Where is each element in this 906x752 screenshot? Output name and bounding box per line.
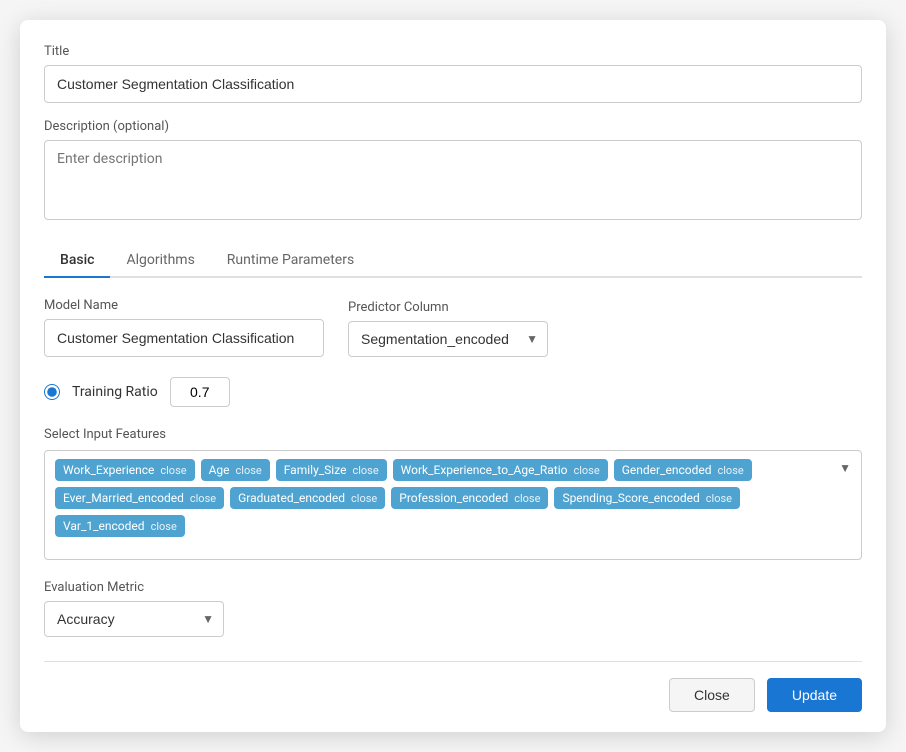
tag-close-icon[interactable]: close <box>151 520 177 533</box>
tag-label: Family_Size <box>284 463 347 477</box>
tab-basic[interactable]: Basic <box>44 244 110 278</box>
eval-label: Evaluation Metric <box>44 580 862 595</box>
features-label: Select Input Features <box>44 427 862 442</box>
training-ratio-radio[interactable] <box>44 384 60 400</box>
tag-close-icon[interactable]: close <box>160 464 186 477</box>
features-chevron-icon: ▼ <box>839 461 851 475</box>
tag-label: Profession_encoded <box>399 491 508 505</box>
training-ratio-row: Training Ratio <box>44 377 862 407</box>
predictor-select[interactable]: Segmentation_encoded <box>348 321 548 357</box>
tab-bar: Basic Algorithms Runtime Parameters <box>44 244 862 278</box>
tag-close-icon[interactable]: close <box>236 464 262 477</box>
close-button[interactable]: Close <box>669 678 755 712</box>
tag-label: Age <box>209 463 230 477</box>
tag-gender-encoded: Gender_encoded close <box>614 459 752 481</box>
predictor-label: Predictor Column <box>348 300 548 315</box>
tag-work-experience: Work_Experience close <box>55 459 195 481</box>
predictor-field: Predictor Column Segmentation_encoded ▼ <box>348 300 548 357</box>
tag-work-age-ratio: Work_Experience_to_Age_Ratio close <box>393 459 608 481</box>
features-section: Select Input Features ▼ Work_Experience … <box>44 427 862 560</box>
tag-label: Ever_Married_encoded <box>63 491 184 505</box>
title-input[interactable] <box>44 65 862 103</box>
model-name-label: Model Name <box>44 298 324 313</box>
model-name-field: Model Name <box>44 298 324 357</box>
model-name-input[interactable] <box>44 319 324 357</box>
description-label: Description (optional) <box>44 119 862 134</box>
description-input[interactable] <box>44 140 862 220</box>
tag-close-icon[interactable]: close <box>190 492 216 505</box>
tab-algorithms[interactable]: Algorithms <box>110 244 210 278</box>
tag-label: Gender_encoded <box>622 463 712 477</box>
tag-label: Work_Experience_to_Age_Ratio <box>401 463 568 477</box>
features-container[interactable]: ▼ Work_Experience close Age close Family… <box>44 450 862 560</box>
tag-label: Var_1_encoded <box>63 519 145 533</box>
tag-family-size: Family_Size close <box>276 459 387 481</box>
tag-label: Graduated_encoded <box>238 491 345 505</box>
eval-select[interactable]: Accuracy Precision Recall F1 <box>44 601 224 637</box>
training-ratio-input[interactable] <box>170 377 230 407</box>
eval-select-wrapper: Accuracy Precision Recall F1 ▼ <box>44 601 224 637</box>
tab-runtime[interactable]: Runtime Parameters <box>211 244 370 278</box>
model-predictor-row: Model Name Predictor Column Segmentation… <box>44 298 862 357</box>
tag-ever-married: Ever_Married_encoded close <box>55 487 224 509</box>
update-button[interactable]: Update <box>767 678 862 712</box>
tag-close-icon[interactable]: close <box>706 492 732 505</box>
eval-section: Evaluation Metric Accuracy Precision Rec… <box>44 580 862 637</box>
main-dialog: Title Description (optional) Basic Algor… <box>20 20 886 732</box>
tag-close-icon[interactable]: close <box>352 464 378 477</box>
tag-profession-encoded: Profession_encoded close <box>391 487 548 509</box>
training-ratio-label: Training Ratio <box>72 384 158 400</box>
tag-close-icon[interactable]: close <box>351 492 377 505</box>
tag-close-icon[interactable]: close <box>514 492 540 505</box>
tag-close-icon[interactable]: close <box>717 464 743 477</box>
tag-label: Spending_Score_encoded <box>562 491 699 505</box>
title-label: Title <box>44 44 862 59</box>
dialog-footer: Close Update <box>44 661 862 712</box>
tag-label: Work_Experience <box>63 463 154 477</box>
tag-graduated-encoded: Graduated_encoded close <box>230 487 385 509</box>
tag-close-icon[interactable]: close <box>573 464 599 477</box>
predictor-select-wrapper: Segmentation_encoded ▼ <box>348 321 548 357</box>
tag-age: Age close <box>201 459 270 481</box>
tag-spending-score: Spending_Score_encoded close <box>554 487 740 509</box>
tag-var1-encoded: Var_1_encoded close <box>55 515 185 537</box>
